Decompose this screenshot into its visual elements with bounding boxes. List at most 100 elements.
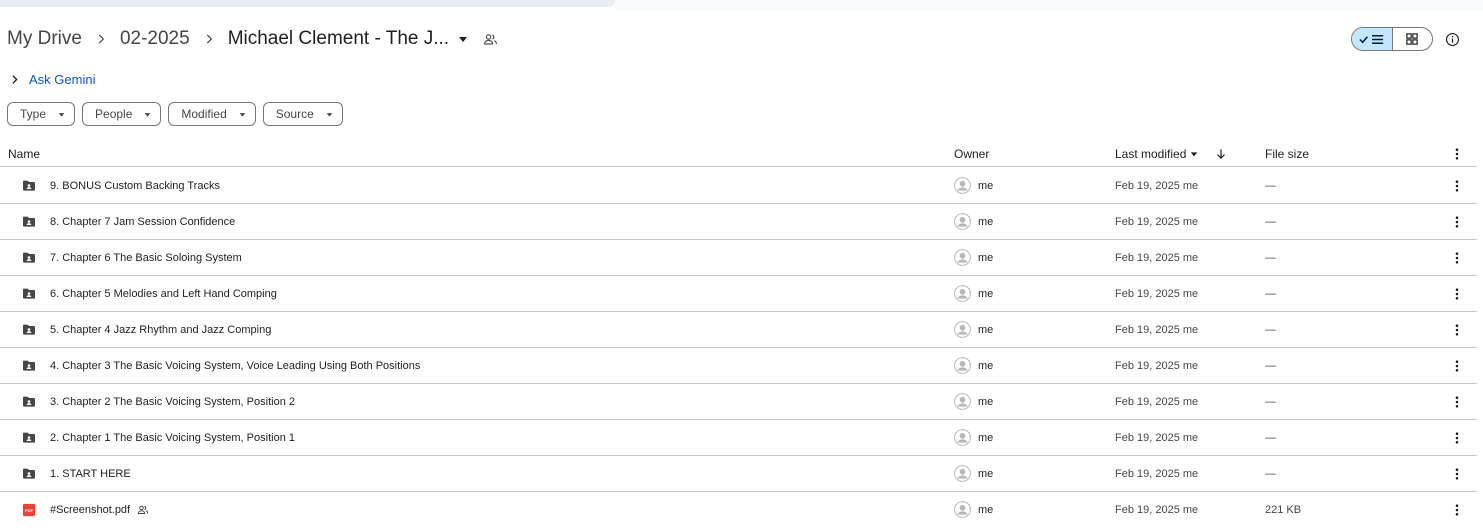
more-vert-icon (1455, 323, 1459, 336)
table-row[interactable]: 6. Chapter 5 Melodies and Left Hand Comp… (0, 276, 1477, 312)
owner-cell: me (954, 204, 993, 239)
table-row[interactable]: 5. Chapter 4 Jazz Rhythm and Jazz Compin… (0, 312, 1477, 348)
chevron-right-icon (90, 22, 112, 56)
file-name[interactable]: 8. Chapter 7 Jam Session Confidence (50, 204, 235, 239)
more-vert-icon (1455, 395, 1459, 408)
filter-modified[interactable]: Modified (168, 102, 256, 126)
file-name[interactable]: 3. Chapter 2 The Basic Voicing System, P… (50, 384, 295, 419)
column-options-button[interactable] (1450, 140, 1464, 167)
filter-people[interactable]: People (82, 102, 162, 126)
avatar (954, 285, 971, 302)
file-name[interactable]: 2. Chapter 1 The Basic Voicing System, P… (50, 420, 295, 455)
table-row[interactable]: 3. Chapter 2 The Basic Voicing System, P… (0, 384, 1477, 420)
file-name-text: 9. BONUS Custom Backing Tracks (50, 179, 220, 192)
shared-people-icon (137, 504, 149, 516)
file-name[interactable]: 9. BONUS Custom Backing Tracks (50, 168, 220, 203)
last-modified: Feb 19, 2025 me (1115, 179, 1199, 192)
column-owner[interactable]: Owner (954, 140, 989, 167)
ask-gemini-label: Ask Gemini (29, 71, 96, 87)
filter-source[interactable]: Source (262, 102, 343, 126)
caret-down-icon (58, 110, 66, 118)
filter-modified-label: Modified (181, 107, 227, 121)
breadcrumb-current-folder[interactable]: Michael Clement - The J... (228, 28, 449, 50)
file-name[interactable]: #Screenshot.pdf (50, 492, 149, 527)
owner-name: me (978, 323, 994, 336)
file-name-text: 3. Chapter 2 The Basic Voicing System, P… (50, 395, 295, 408)
owner-name: me (978, 215, 994, 228)
more-actions-button[interactable] (1450, 456, 1464, 491)
more-actions-button[interactable] (1450, 420, 1464, 455)
file-size: — (1265, 431, 1276, 444)
owner-cell: me (954, 312, 993, 347)
table-row[interactable]: 1. START HERE me Feb 19, 2025 me — (0, 456, 1477, 492)
file-name[interactable]: 4. Chapter 3 The Basic Voicing System, V… (50, 348, 420, 383)
file-name[interactable]: 5. Chapter 4 Jazz Rhythm and Jazz Compin… (50, 312, 271, 347)
filter-source-label: Source (275, 107, 314, 121)
page-header: My Drive 02-2025 Michael Clement - The J… (0, 22, 1483, 56)
info-button[interactable] (1443, 30, 1461, 48)
filter-people-label: People (95, 107, 133, 121)
table-header: Name Owner Last modified File size (0, 140, 1477, 167)
last-modified: Feb 19, 2025 me (1115, 359, 1199, 372)
avatar (954, 429, 971, 446)
info-icon (1445, 32, 1459, 46)
breadcrumb-02-2025[interactable]: 02-2025 (120, 28, 190, 50)
breadcrumb-my-drive[interactable]: My Drive (7, 28, 82, 50)
filter-type[interactable]: Type (7, 102, 76, 126)
file-size: — (1265, 287, 1276, 300)
last-modified: Feb 19, 2025 me (1115, 251, 1199, 264)
file-name[interactable]: 1. START HERE (50, 456, 131, 491)
column-name[interactable]: Name (8, 140, 40, 167)
sort-direction-button[interactable] (1214, 140, 1228, 167)
file-name[interactable]: 7. Chapter 6 The Basic Soloing System (50, 240, 242, 275)
more-actions-button[interactable] (1450, 276, 1464, 311)
caret-down-icon (239, 110, 247, 118)
list-view-button[interactable] (1352, 28, 1393, 50)
shared-people-icon[interactable] (483, 31, 499, 47)
last-modified: Feb 19, 2025 me (1115, 467, 1199, 480)
table-row[interactable]: 4. Chapter 3 The Basic Voicing System, V… (0, 348, 1477, 384)
more-actions-button[interactable] (1450, 384, 1464, 419)
owner-cell: me (954, 456, 993, 491)
more-actions-button[interactable] (1450, 348, 1464, 383)
chevron-right-icon (198, 22, 220, 56)
owner-name: me (978, 359, 994, 372)
owner-cell: me (954, 348, 993, 383)
more-actions-button[interactable] (1450, 168, 1464, 203)
file-size: — (1265, 215, 1276, 228)
more-vert-icon (1455, 359, 1459, 372)
file-list: 9. BONUS Custom Backing Tracks me Feb 19… (0, 168, 1477, 528)
folder-shared-icon (21, 312, 37, 347)
owner-cell: me (954, 492, 993, 527)
avatar (954, 177, 971, 194)
grid-view-icon (1406, 33, 1418, 45)
caret-down-icon (1191, 151, 1198, 156)
owner-cell: me (954, 240, 993, 275)
table-row[interactable]: 8. Chapter 7 Jam Session Confidence me F… (0, 204, 1477, 240)
caret-down-icon[interactable] (455, 31, 471, 47)
table-row[interactable]: 9. BONUS Custom Backing Tracks me Feb 19… (0, 168, 1477, 204)
caret-down-icon (326, 110, 334, 118)
column-file-size[interactable]: File size (1265, 140, 1309, 167)
file-size: 221 KB (1265, 503, 1302, 516)
table-row[interactable]: PDF #Screenshot.pdf me Feb 19, 2025 me 2… (0, 492, 1477, 528)
column-last-modified[interactable]: Last modified (1115, 140, 1198, 167)
grid-view-button[interactable] (1393, 28, 1433, 50)
chevron-right-icon (12, 74, 18, 84)
more-vert-icon (1455, 467, 1459, 480)
more-actions-button[interactable] (1450, 312, 1464, 347)
arrow-down-icon (1217, 148, 1225, 159)
more-actions-button[interactable] (1450, 240, 1464, 275)
ask-gemini-toggle[interactable]: Ask Gemini (8, 70, 95, 88)
more-actions-button[interactable] (1450, 492, 1464, 527)
column-last-modified-label: Last modified (1115, 146, 1187, 161)
table-row[interactable]: 7. Chapter 6 The Basic Soloing System me… (0, 240, 1477, 276)
list-view-icon (1359, 34, 1383, 44)
more-actions-button[interactable] (1450, 204, 1464, 239)
file-name-text: 1. START HERE (50, 467, 131, 480)
owner-name: me (978, 431, 994, 444)
avatar (954, 249, 971, 266)
table-row[interactable]: 2. Chapter 1 The Basic Voicing System, P… (0, 420, 1477, 456)
folder-shared-icon (21, 384, 37, 419)
file-name[interactable]: 6. Chapter 5 Melodies and Left Hand Comp… (50, 276, 277, 311)
